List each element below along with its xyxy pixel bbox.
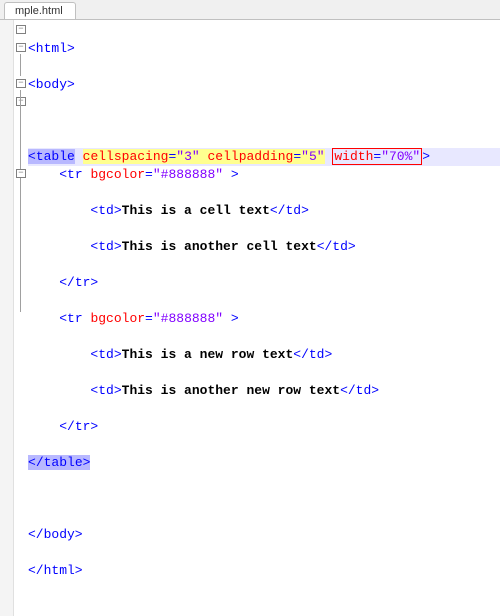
tab-filename: mple.html [15,5,63,17]
fold-toggle-icon[interactable]: − [16,79,26,88]
tab-file[interactable]: mple.html [4,2,76,19]
code-editor[interactable]: − − − − − <html> <body> <table cellspaci… [0,20,500,616]
tag-html-open: <html> [28,41,75,56]
tag-tr-open: <tr [59,167,90,182]
code-area[interactable]: <html> <body> <table cellspacing="3" cel… [28,20,500,616]
fold-toggle-icon[interactable]: − [16,43,26,52]
cell-text: This is a new row text [122,347,294,362]
tag-table-close: </table> [28,455,90,470]
tag-body-open: <body> [28,77,75,92]
blank-line [28,112,500,130]
tag-td-open: <td> [90,203,121,218]
gutter [0,20,14,616]
fold-toggle-icon[interactable]: − [16,25,26,34]
fold-column: − − − − − [14,20,28,616]
cell-text: This is a cell text [122,203,270,218]
fold-toggle-icon[interactable]: − [16,169,26,178]
blank-line [28,490,500,508]
fold-toggle-icon[interactable]: − [16,97,26,106]
cell-text: This is another new row text [122,383,340,398]
selected-attribute: width="70%" [332,148,422,165]
tag-tr-close: </tr> [59,275,98,290]
tab-bar: mple.html [0,0,500,20]
highlighted-line: <table cellspacing="3" cellpadding="5" w… [28,148,500,166]
tag-html-close: </html> [28,563,83,578]
cell-text: This is another cell text [122,239,317,254]
tag-body-close: </body> [28,527,83,542]
tag-td-close: </td> [270,203,309,218]
